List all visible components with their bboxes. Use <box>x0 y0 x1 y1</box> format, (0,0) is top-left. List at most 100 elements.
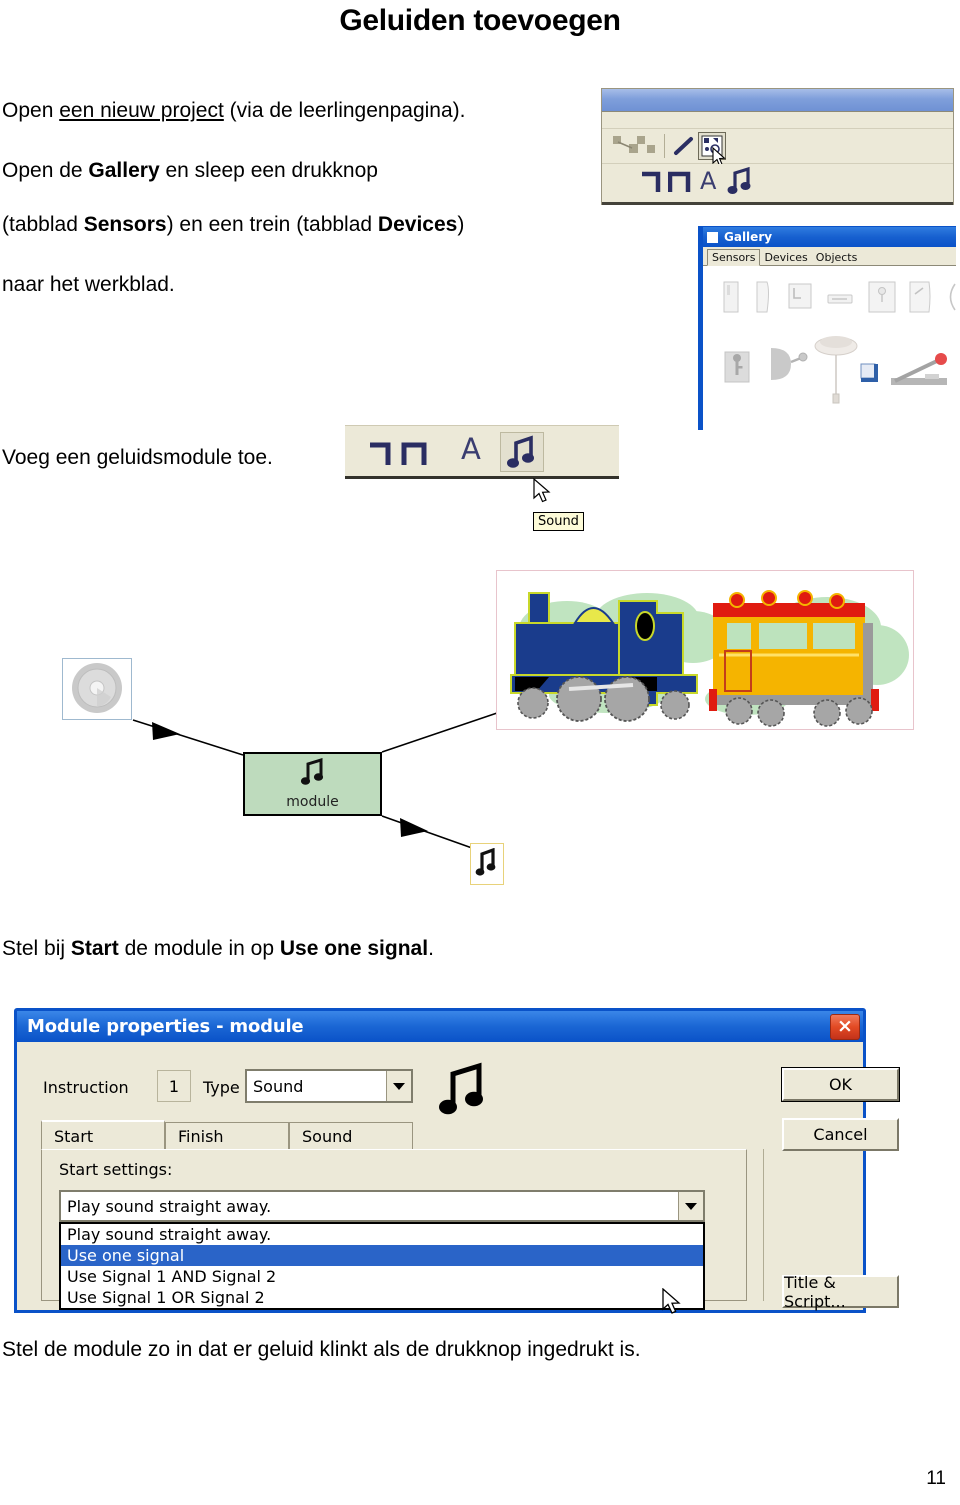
sound-glyph-icon-2[interactable] <box>505 435 539 475</box>
sound-module-toolbar: A <box>345 425 619 479</box>
gallery-window: Gallery Sensors Devices Objects <box>698 226 956 430</box>
dropdown-option-play-straight-away[interactable]: Play sound straight away. <box>61 1224 703 1245</box>
ok-button[interactable]: OK <box>782 1068 899 1101</box>
connect-icon[interactable] <box>610 133 658 159</box>
gallery-item-grid <box>703 266 956 430</box>
line3-c: ) <box>457 213 465 236</box>
gallery-item-switch-2[interactable] <box>753 280 773 319</box>
pulse-glyph-icon[interactable] <box>667 166 698 200</box>
sound-glyph-icon[interactable] <box>726 166 754 200</box>
gallery-icon[interactable] <box>698 132 726 160</box>
dialog-tab-bar: Start Finish Sound <box>41 1120 441 1150</box>
module-node-label: module <box>286 794 339 810</box>
line1-underlined: een nieuw project <box>59 99 224 122</box>
sound-node[interactable] <box>470 843 504 885</box>
gallery-item-pressure-lever[interactable] <box>889 352 951 395</box>
start-settings-dropdown[interactable]: Play sound straight away. Use one signal… <box>59 1222 705 1310</box>
tab-start[interactable]: Start <box>41 1120 165 1150</box>
line2-bold-gallery: Gallery <box>88 159 160 182</box>
pushbutton-node[interactable] <box>62 658 132 720</box>
instruction-line-3: (tabblad Sensors) en een trein (tabblad … <box>2 212 464 238</box>
gallery-item-pull-cord[interactable] <box>813 332 859 413</box>
sound-note-icon <box>437 1062 489 1125</box>
line3-b: ) en een trein (tabblad <box>166 213 378 236</box>
gallery-item-door-sensor[interactable] <box>769 346 811 387</box>
dialog-body: Instruction 1 Type Sound Start Finish So… <box>17 1042 899 1314</box>
line3-a: (tabblad <box>2 213 84 236</box>
page-number: 11 <box>926 1468 946 1489</box>
gallery-tab-devices[interactable]: Devices <box>760 250 811 265</box>
line3-bold-devices: Devices <box>377 213 458 236</box>
line2-b: en sleep een drukknop <box>159 159 378 182</box>
instruction-line-7: Stel de module zo in dat er geluid klink… <box>2 1338 641 1361</box>
line6-bold-start: Start <box>70 937 119 960</box>
mouse-cursor-icon-sound <box>533 477 553 511</box>
delay-glyph-icon-2[interactable] <box>367 436 397 474</box>
gallery-tab-objects[interactable]: Objects <box>812 250 862 265</box>
app-icon-toolbar <box>602 129 953 167</box>
close-icon[interactable]: × <box>830 1013 860 1040</box>
gallery-tab-bar: Sensors Devices Objects <box>703 247 956 266</box>
gallery-item-partial[interactable] <box>943 282 957 317</box>
page-title: Geluiden toevoegen <box>339 4 621 37</box>
text-glyph-icon[interactable]: A <box>700 167 716 195</box>
instruction-label: Instruction <box>43 1078 129 1097</box>
line1-suffix: (via de leerlingenpagina). <box>223 99 466 122</box>
tab-finish[interactable]: Finish <box>165 1122 289 1150</box>
type-label: Type <box>203 1078 240 1097</box>
start-settings-label: Start settings: <box>59 1160 173 1179</box>
line1-prefix: Open <box>2 99 60 122</box>
chevron-down-icon[interactable] <box>386 1071 411 1101</box>
tab-sound[interactable]: Sound <box>289 1122 413 1150</box>
train-picture-node[interactable] <box>496 570 914 730</box>
module-node[interactable]: module <box>243 752 382 816</box>
cancel-button[interactable]: Cancel <box>782 1118 899 1151</box>
gallery-item-pushbutton[interactable] <box>867 280 897 319</box>
gallery-tab-sensors[interactable]: Sensors <box>707 249 761 266</box>
start-settings-combo[interactable]: Play sound straight away. <box>59 1190 705 1222</box>
line2-a: Open de <box>2 159 89 182</box>
line3-bold-sensors: Sensors <box>83 213 167 236</box>
instruction-line-2: Open de Gallery en sleep een drukknop <box>2 158 378 184</box>
title-script-button[interactable]: Title & Script... <box>782 1273 899 1311</box>
module-node-sound-icon <box>299 757 327 793</box>
gallery-item-lever-switch[interactable] <box>907 280 933 319</box>
dialog-titlebar: Module properties - module × <box>17 1011 863 1042</box>
instruction-line-6: Stel bij Start de module in op Use one s… <box>2 936 434 962</box>
line6-bold-use-one-signal: Use one signal <box>279 937 429 960</box>
type-select-value: Sound <box>253 1076 304 1096</box>
gallery-item-switch-3[interactable] <box>787 282 813 315</box>
instruction-value: 1 <box>157 1070 191 1102</box>
app-titlebar <box>602 89 953 112</box>
dropdown-option-and[interactable]: Use Signal 1 AND Signal 2 <box>61 1266 703 1287</box>
gallery-item-slider[interactable] <box>827 292 853 310</box>
dropdown-option-or[interactable]: Use Signal 1 OR Signal 2 <box>61 1287 703 1308</box>
type-select[interactable]: Sound <box>245 1069 413 1103</box>
gallery-window-title: Gallery <box>724 230 773 244</box>
instruction-line-4: naar het werkblad. <box>2 273 175 296</box>
gallery-item-switch-1[interactable] <box>721 280 741 319</box>
app-module-toolbar: A <box>602 164 953 205</box>
delay-glyph-icon[interactable] <box>640 166 666 200</box>
line6-b: de module in op <box>118 937 280 960</box>
gallery-item-contact-sensor[interactable] <box>859 362 881 391</box>
chevron-down-icon-start[interactable] <box>678 1192 703 1220</box>
gallery-window-icon <box>707 231 718 243</box>
dropdown-option-use-one-signal[interactable]: Use one signal <box>61 1245 703 1266</box>
module-properties-dialog: Module properties - module × Instruction… <box>14 1008 899 1314</box>
pencil-icon[interactable] <box>672 134 696 158</box>
start-settings-combo-value: Play sound straight away. <box>67 1196 272 1216</box>
gallery-item-key-switch[interactable] <box>723 344 751 391</box>
instruction-line-5: Voeg een geluidsmodule toe. <box>2 446 273 469</box>
dialog-title: Module properties - module <box>27 1016 304 1037</box>
gallery-titlebar: Gallery <box>703 227 956 247</box>
app-toolbar-screenshot: A <box>601 88 954 205</box>
text-glyph-icon-2[interactable]: A <box>461 435 481 464</box>
line6-c: . <box>428 937 434 960</box>
app-menubar <box>602 112 953 129</box>
toolbar-separator <box>664 134 665 158</box>
sound-tooltip: Sound <box>533 512 584 531</box>
dialog-divider <box>763 1149 764 1301</box>
pulse-glyph-icon-2[interactable] <box>401 436 435 474</box>
line6-a: Stel bij <box>2 937 71 960</box>
